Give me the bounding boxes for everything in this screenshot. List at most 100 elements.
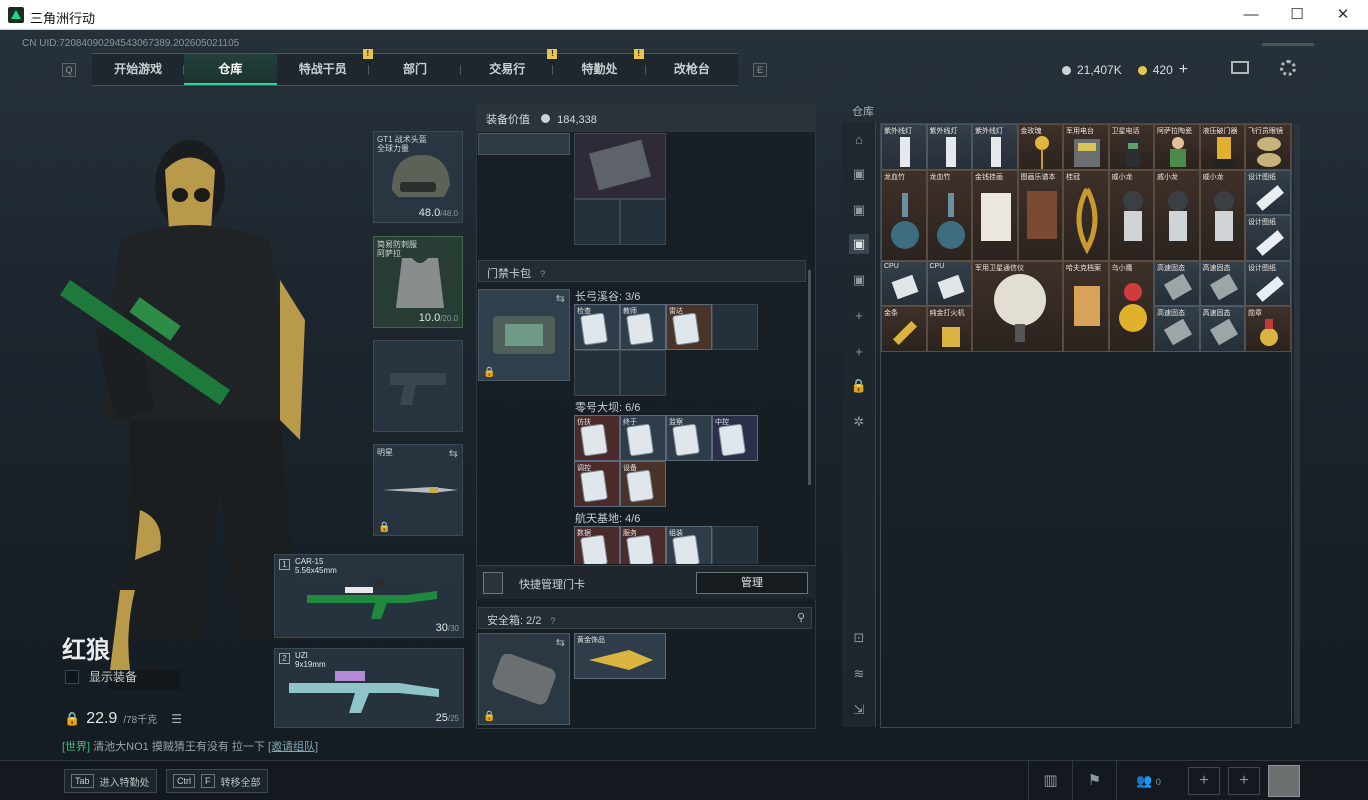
swap-icon[interactable]: ⇆ <box>556 292 565 305</box>
empty-cell[interactable] <box>620 199 666 245</box>
keycard-item[interactable]: 雷达 <box>666 304 712 350</box>
warehouse-item[interactable]: 龙血竹 <box>881 169 927 261</box>
empty-cell[interactable] <box>620 350 666 396</box>
minimize-button[interactable]: — <box>1228 0 1274 30</box>
tab-2-icon[interactable]: ▣ <box>849 200 869 220</box>
show-equipment-toggle[interactable]: 显示装备 <box>65 668 137 685</box>
warehouse-item[interactable]: 纯金打火机 <box>926 306 972 352</box>
empty-cell[interactable] <box>712 526 758 564</box>
swap-icon[interactable]: ⇆ <box>556 636 565 649</box>
helmet-slot[interactable]: GT1 战术头盔 全球力量 48.0/48.0 <box>373 131 463 223</box>
warehouse-item[interactable]: 紫外线灯 <box>972 124 1018 170</box>
warehouse-item[interactable]: 戚小龙 <box>1199 169 1245 261</box>
warehouse-item[interactable]: 高速固态 <box>1199 260 1245 306</box>
keycard-item[interactable]: 教师 <box>620 304 666 350</box>
add-currency-button[interactable]: + <box>1179 61 1188 79</box>
warehouse-item[interactable]: 勋章 <box>1245 306 1291 352</box>
checkbox[interactable] <box>65 669 79 684</box>
add-teammate-button[interactable]: + <box>1188 767 1220 795</box>
tab-market[interactable]: 交易行! <box>461 49 558 85</box>
warehouse-item[interactable]: 设计图纸 <box>1245 260 1291 306</box>
player-avatar[interactable] <box>1268 765 1300 797</box>
pistol-slot[interactable] <box>373 340 463 432</box>
tab-special-ops[interactable]: 特勤处 <box>553 54 646 85</box>
layers-icon[interactable]: ≋ <box>849 664 869 684</box>
warehouse-item[interactable]: 金钱挂画 <box>972 169 1018 261</box>
swap-icon[interactable]: ⇆ <box>449 447 458 460</box>
warehouse-item[interactable]: 紫外线灯 <box>926 124 972 170</box>
tab-start-game[interactable]: 开始游戏 <box>92 54 185 85</box>
manage-button[interactable]: 管理 <box>696 572 808 594</box>
nav-next-key[interactable]: E <box>753 63 767 77</box>
warehouse-item[interactable]: 戚小龙 <box>1108 169 1154 261</box>
lock-icon[interactable]: 🔒 <box>849 376 869 396</box>
pin-icon[interactable]: ⚲ <box>797 611 805 624</box>
warehouse-item[interactable]: 桂冠 <box>1063 169 1109 261</box>
warehouse-scrollbar[interactable] <box>1294 124 1300 724</box>
tab-4-icon[interactable]: ▣ <box>849 270 869 290</box>
middle-scrollbar[interactable] <box>808 270 811 485</box>
empty-cell[interactable] <box>574 199 620 245</box>
backpack-item-motherboard[interactable] <box>574 133 666 199</box>
warehouse-item[interactable]: 飞行员眼镜 <box>1245 124 1291 170</box>
warehouse-item[interactable]: 阿萨拉陶瓷 <box>1154 124 1200 170</box>
safebox-item[interactable]: 黄金饰品 <box>574 633 666 679</box>
keycard-item[interactable]: 服务 <box>620 526 666 564</box>
keycard-item[interactable]: 设备 <box>620 461 666 507</box>
warehouse-item[interactable]: 高速固态 <box>1154 306 1200 352</box>
tab-operators[interactable]: 特战干员! <box>277 49 373 85</box>
add-tab-icon[interactable]: + <box>849 342 869 362</box>
settings-gear-icon[interactable] <box>1280 60 1296 76</box>
keycard-item[interactable]: 数据 <box>574 526 620 564</box>
empty-cell[interactable] <box>712 304 758 350</box>
warehouse-item[interactable]: 设计图纸 <box>1245 169 1291 215</box>
mail-icon[interactable] <box>1231 61 1249 74</box>
keycard-item[interactable]: 检查 <box>574 304 620 350</box>
armor-slot[interactable]: 简易防刺服 阿萨拉 10.0/20.0 <box>373 236 463 328</box>
list-icon[interactable]: ☰ <box>171 712 182 726</box>
settings-gear-icon[interactable]: ✲ <box>849 412 869 432</box>
warehouse-item[interactable]: 乌小鹰 <box>1108 260 1154 352</box>
friends-button[interactable]: 👥 0 <box>1116 761 1180 800</box>
keycard-item[interactable]: 仿扶 <box>574 415 620 461</box>
tab-warehouse[interactable]: 仓库 <box>184 54 277 85</box>
close-button[interactable]: ✕ <box>1320 0 1366 30</box>
warehouse-item[interactable]: 图画乐谱本 <box>1017 169 1063 261</box>
warehouse-item[interactable]: 高速固态 <box>1199 306 1245 352</box>
stats-icon[interactable]: ▥ <box>1028 761 1072 800</box>
warehouse-item[interactable]: 金条 <box>881 306 927 352</box>
keycard-item[interactable]: 监察 <box>666 415 712 461</box>
primary-weapon-slot[interactable]: 1 CAR-15 5.56x45mm 30/30 <box>274 554 464 638</box>
sort-icon[interactable]: ⊡ <box>849 628 869 648</box>
keycard-item[interactable]: 调控 <box>574 461 620 507</box>
tab-3-icon[interactable]: ▣ <box>849 234 869 254</box>
flag-icon[interactable]: ⚑ <box>1072 761 1116 800</box>
warehouse-item[interactable]: 紫外线灯 <box>881 124 927 170</box>
warehouse-item[interactable]: CPU <box>926 260 972 306</box>
keycard-item[interactable]: 组装 <box>666 526 712 564</box>
secondary-weapon-slot[interactable]: 2 UZI 9x19mm 25/25 <box>274 648 464 728</box>
safebox-slot[interactable]: ⇆ 🔒 <box>478 633 570 725</box>
warehouse-item[interactable]: 液压破门器 <box>1199 124 1245 170</box>
melee-slot[interactable]: 明星 ⇆ 🔒 <box>373 444 463 536</box>
keycard-case-slot[interactable]: ⇆ 🔒 <box>478 289 570 381</box>
warehouse-item[interactable]: 设计图纸 <box>1245 215 1291 261</box>
nav-prev-key[interactable]: Q <box>62 63 76 77</box>
warehouse-item[interactable]: 龙血竹 <box>926 169 972 261</box>
warehouse-item[interactable]: 戚小龙 <box>1154 169 1200 261</box>
tab-gunsmith[interactable]: 改枪台! <box>633 49 738 85</box>
warehouse-item[interactable]: 金玫瑰 <box>1017 124 1063 170</box>
organize-icon[interactable]: ⇲ <box>849 700 869 720</box>
keycard-item[interactable]: 终于 <box>620 415 666 461</box>
help-icon[interactable]: ? <box>540 269 545 279</box>
add-teammate-button[interactable]: + <box>1228 767 1260 795</box>
all-items-icon[interactable]: ⌂ <box>849 130 869 150</box>
enter-special-ops-button[interactable]: Tab 进入特勤处 <box>64 769 157 793</box>
tab-1-icon[interactable]: ▣ <box>849 164 869 184</box>
empty-cell[interactable] <box>574 350 620 396</box>
add-tab-icon[interactable]: + <box>849 306 869 326</box>
warehouse-item[interactable]: 哈夫克档案 <box>1063 260 1109 352</box>
warehouse-item[interactable]: 卫星电话 <box>1108 124 1154 170</box>
keycard-item[interactable]: 中控 <box>712 415 758 461</box>
warehouse-item[interactable]: 高速固态 <box>1154 260 1200 306</box>
